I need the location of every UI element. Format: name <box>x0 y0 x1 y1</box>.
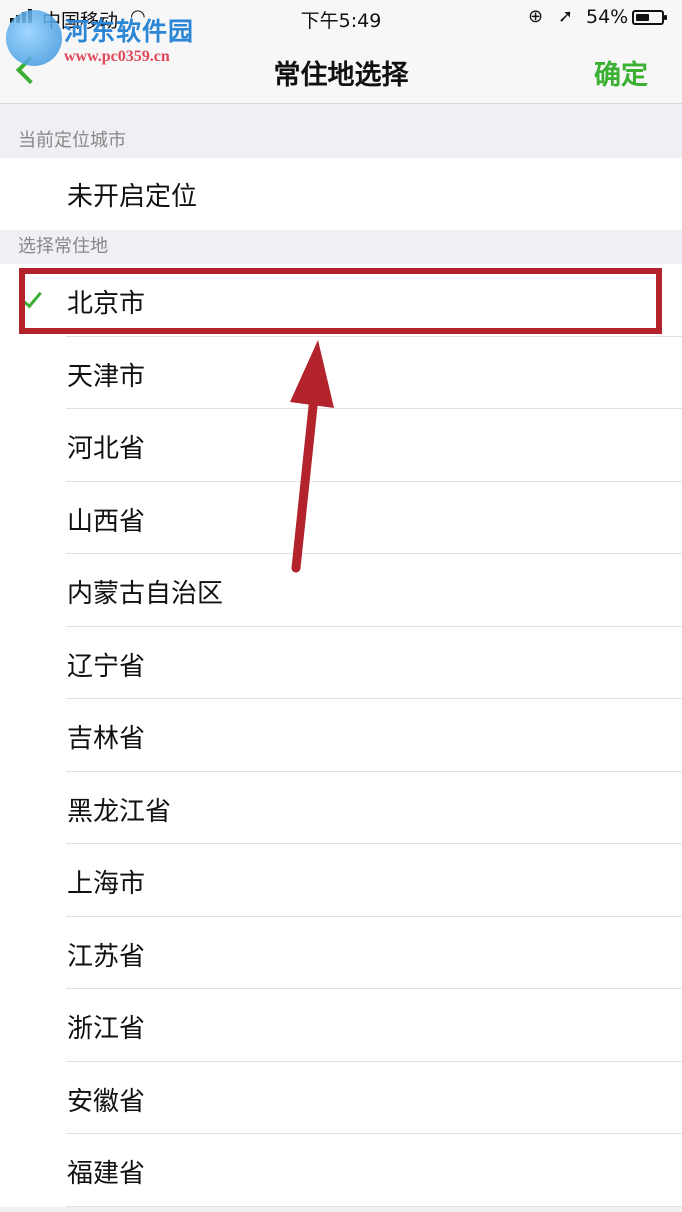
list-item[interactable]: 辽宁省 <box>0 627 682 700</box>
list-item[interactable]: 上海市 <box>0 844 682 917</box>
region-label: 福建省 <box>67 1159 146 1189</box>
confirm-button[interactable]: 确定 <box>594 53 648 92</box>
battery-fill <box>636 14 649 21</box>
list-item[interactable]: 江苏省 <box>0 917 682 990</box>
region-label: 吉林省 <box>67 724 146 754</box>
watermark: 河东软件园 www.pc0359.cn <box>6 8 206 70</box>
region-label: 安徽省 <box>67 1086 146 1117</box>
list-item[interactable]: 吉林省 <box>0 699 682 772</box>
list-item[interactable]: 福建省 <box>0 1134 682 1207</box>
region-list: 北京市 天津市 河北省 山西省 内蒙古自治区 辽宁省 吉林省 黑龙江省 上海市 江苏省 浙江省 安徽省… <box>0 264 682 1207</box>
region-label: 天津市 <box>67 361 146 392</box>
list-item[interactable]: 安徽省 <box>0 1062 682 1135</box>
region-label: 浙江省 <box>67 1014 146 1044</box>
region-label: 山西省 <box>67 506 146 537</box>
region-label: 河北省 <box>67 434 146 464</box>
location-icon: ➚ <box>558 6 574 27</box>
current-location-cell[interactable]: 未开启定位 <box>0 158 682 230</box>
battery-icon <box>632 10 667 25</box>
highlight-box <box>19 268 662 334</box>
current-location-label: 未开启定位 <box>67 182 198 212</box>
list-item[interactable]: 河北省 <box>0 409 682 482</box>
region-label: 上海市 <box>67 869 146 899</box>
watermark-url: www.pc0359.cn <box>64 48 170 65</box>
battery-percentage: 54% <box>586 6 629 28</box>
list-item[interactable]: 黑龙江省 <box>0 772 682 845</box>
list-item[interactable]: 浙江省 <box>0 989 682 1062</box>
list-item[interactable]: 天津市 <box>0 337 682 410</box>
section-header-select-residence: 选择常住地 <box>18 236 108 257</box>
region-label: 江苏省 <box>67 941 146 972</box>
list-item[interactable]: 内蒙古自治区 <box>0 554 682 627</box>
section-header-current-location: 当前定位城市 <box>18 130 126 151</box>
list-item[interactable]: 山西省 <box>0 482 682 555</box>
region-label: 内蒙古自治区 <box>67 579 224 609</box>
region-label: 辽宁省 <box>67 651 146 682</box>
orientation-lock-icon: ⊕ <box>528 6 544 27</box>
region-label: 黑龙江省 <box>67 796 172 827</box>
watermark-title: 河东软件园 <box>64 17 195 46</box>
watermark-logo-icon <box>6 10 62 66</box>
